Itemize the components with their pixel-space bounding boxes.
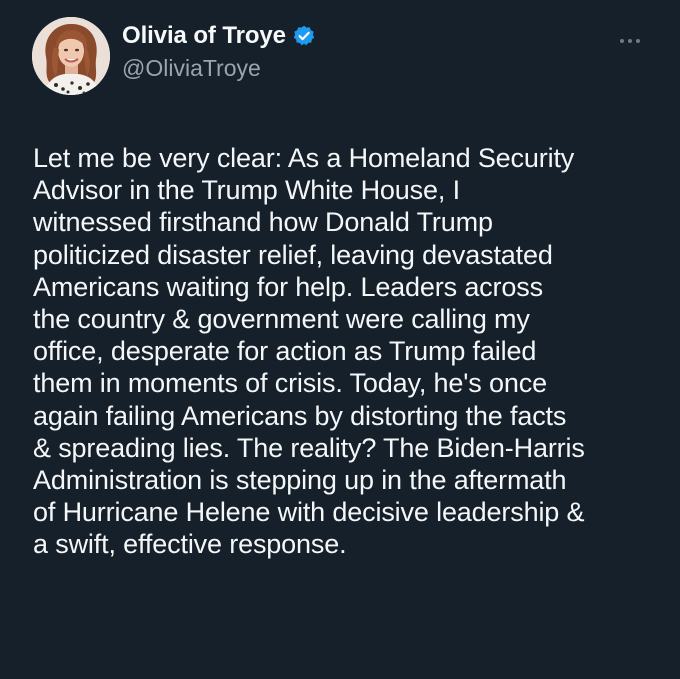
more-options-icon[interactable] bbox=[613, 34, 647, 48]
author-info: Olivia of Troye @OliviaTroye bbox=[122, 22, 315, 82]
more-dot bbox=[636, 39, 640, 43]
verified-badge-icon bbox=[293, 25, 315, 47]
author-display-name[interactable]: Olivia of Troye bbox=[122, 22, 286, 50]
post-body-text: Let me be very clear: As a Homeland Secu… bbox=[33, 143, 585, 560]
profile-photo bbox=[32, 17, 110, 95]
author-name-row[interactable]: Olivia of Troye bbox=[122, 22, 315, 50]
author-handle[interactable]: @OliviaTroye bbox=[122, 55, 315, 82]
more-dot bbox=[620, 39, 624, 43]
author-avatar[interactable] bbox=[32, 17, 110, 95]
more-dot bbox=[628, 39, 632, 43]
post-card: Olivia of Troye @OliviaTroye Let me be v… bbox=[0, 0, 680, 679]
